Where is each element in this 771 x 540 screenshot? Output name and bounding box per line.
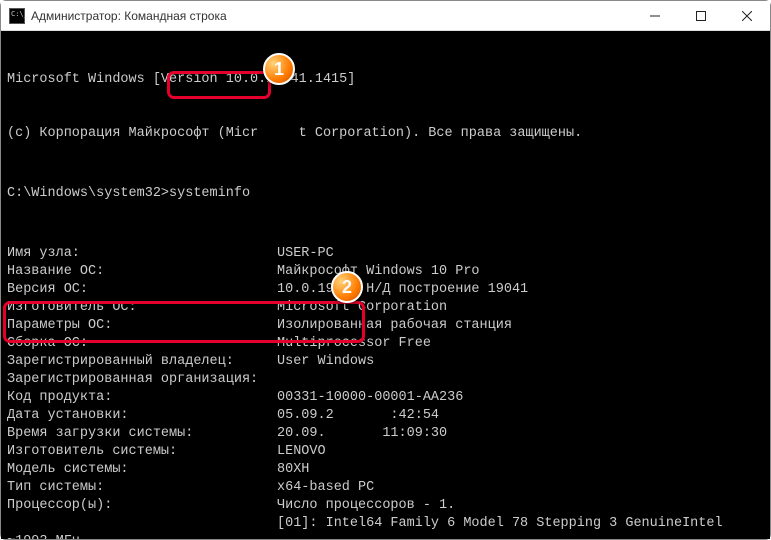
info-value: 05.09.2 :42:54 (277, 407, 439, 425)
info-row: Зарегистрированный владелец:User Windows (7, 353, 764, 371)
header-line-2: (c) Корпорация Майкрософт (Micr t Corpor… (7, 125, 764, 143)
info-value: x64-based PC (277, 479, 374, 497)
info-row: Сборка ОС:Multiprocessor Free (7, 335, 764, 353)
prompt-path: C:\Windows\system32> (7, 186, 169, 201)
prompt-command: systeminfo (169, 186, 250, 201)
info-label: Зарегистрированная организация: (7, 371, 277, 389)
info-value: 80XH (277, 461, 309, 479)
info-row: Версия ОС:10.0.19041 Н/Д построение 1904… (7, 281, 764, 299)
cmd-icon (9, 8, 25, 24)
info-row: Параметры ОС:Изолированная рабочая станц… (7, 317, 764, 335)
header-line-1: Microsoft Windows [Version 10.0.19041.14… (7, 71, 764, 89)
info-label: Дата установки: (7, 407, 277, 425)
info-label (7, 515, 277, 533)
info-row: Имя узла:USER-PC (7, 245, 764, 263)
info-label: Изготовитель системы: (7, 443, 277, 461)
maximize-button[interactable] (678, 1, 724, 31)
info-row: Тип системы:x64-based PC (7, 479, 764, 497)
info-row: Название ОС:Майкрософт Windows 10 Pro (7, 263, 764, 281)
info-label: Имя узла: (7, 245, 277, 263)
info-label: Название ОС: (7, 263, 277, 281)
info-label: Время загрузки системы: (7, 425, 277, 443)
info-label: Модель системы: (7, 461, 277, 479)
info-label: Код продукта: (7, 389, 277, 407)
info-row: Зарегистрированная организация: (7, 371, 764, 389)
info-value: 10.0.19041 Н/Д построение 19041 (277, 281, 528, 299)
info-value: 00331-10000-00001-AA236 (277, 389, 463, 407)
info-row: [01]: Intel64 Family 6 Model 78 Stepping… (7, 515, 764, 533)
info-value: User Windows (277, 353, 374, 371)
info-value: Multiprocessor Free (277, 335, 431, 353)
info-row: Изготовитель системы:LENOVO (7, 443, 764, 461)
minimize-button[interactable] (632, 1, 678, 31)
info-value: Microsoft Corporation (277, 299, 447, 317)
info-value: LENOVO (277, 443, 326, 461)
info-value: 20.09. 11:09:30 (277, 425, 447, 443)
info-value: Изолированная рабочая станция (277, 317, 512, 335)
window-title: Администратор: Командная строка (31, 9, 632, 23)
titlebar: Администратор: Командная строка (1, 1, 770, 31)
info-row: Время загрузки системы:20.09. 11:09:30 (7, 425, 764, 443)
info-label: Версия ОС: (7, 281, 277, 299)
info-label: Параметры ОС: (7, 317, 277, 335)
info-value: Майкрософт Windows 10 Pro (277, 263, 480, 281)
terminal-output[interactable]: Microsoft Windows [Version 10.0.19041.14… (1, 31, 770, 539)
info-row: Код продукта:00331-10000-00001-AA236 (7, 389, 764, 407)
info-row: Модель системы:80XH (7, 461, 764, 479)
info-label: Процессор(ы): (7, 497, 277, 515)
info-row: Дата установки:05.09.2 :42:54 (7, 407, 764, 425)
info-row: Изготовитель ОС:Microsoft Corporation (7, 299, 764, 317)
info-row: Процессор(ы):Число процессоров - 1. (7, 497, 764, 515)
info-row: ~1992 МГц (7, 533, 764, 539)
close-button[interactable] (724, 1, 770, 31)
info-label: Изготовитель ОС: (7, 299, 277, 317)
info-label: Зарегистрированный владелец: (7, 353, 277, 371)
info-label: Тип системы: (7, 479, 277, 497)
prompt-line: C:\Windows\system32>systeminfo (7, 185, 764, 203)
info-value: Число процессоров - 1. (277, 497, 455, 515)
info-value: [01]: Intel64 Family 6 Model 78 Stepping… (277, 515, 723, 533)
info-value: USER-PC (277, 245, 334, 263)
info-label: Сборка ОС: (7, 335, 277, 353)
info-label: ~1992 МГц (7, 533, 277, 539)
